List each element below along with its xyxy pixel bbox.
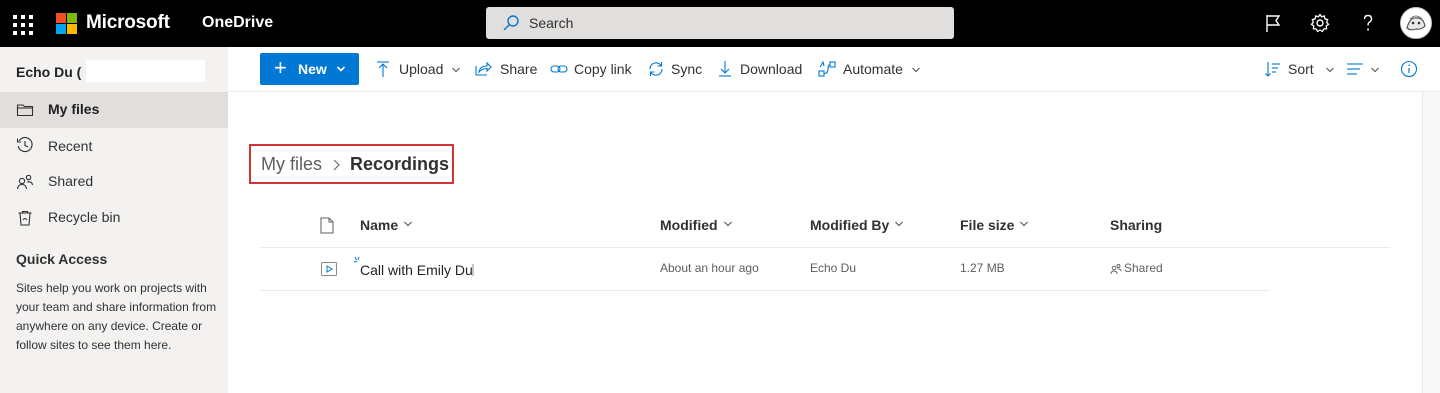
column-header-label: Modified By (810, 217, 890, 233)
sidebar-item-shared[interactable]: Shared (0, 164, 228, 200)
redacted-name (86, 60, 205, 82)
user-photo-icon (1406, 15, 1426, 31)
chevron-right-icon (333, 159, 340, 171)
file-name-truncation (472, 264, 474, 276)
file-name-link[interactable]: Call with Emily Du (360, 262, 473, 278)
user-name: Echo Du ( (16, 64, 82, 80)
suite-header: Microsoft OneDrive Search (0, 0, 1440, 47)
help-icon[interactable] (1357, 12, 1379, 34)
sort-label: Sort (1288, 61, 1314, 77)
sync-label: Sync (671, 61, 703, 77)
download-button[interactable]: Download (716, 59, 804, 81)
sharing-cell[interactable]: Shared (1124, 261, 1163, 275)
avatar[interactable] (1400, 7, 1432, 39)
chevron-down-icon (404, 221, 413, 227)
video-file-icon (321, 262, 337, 276)
copy-link-button[interactable]: Copy link (550, 59, 634, 81)
new-button[interactable]: + New (260, 53, 359, 85)
table-row[interactable]: Call with Emily Du About an hour ago Ech… (260, 248, 1270, 291)
search-placeholder: Search (529, 15, 574, 31)
search-box[interactable]: Search (486, 7, 954, 39)
settings-gear-icon[interactable] (1309, 12, 1331, 34)
command-bar: + New Upload Share Copy link Sync Downlo… (228, 47, 1440, 92)
sidebar-item-recycle-bin[interactable]: Recycle bin (0, 200, 228, 236)
folder-icon (16, 104, 34, 117)
chevron-down-icon (912, 67, 920, 73)
sidebar-item-label: Recent (48, 138, 93, 154)
app-name[interactable]: OneDrive (202, 14, 273, 32)
info-pane-button[interactable] (1400, 59, 1420, 81)
column-header-label: Sharing (1110, 217, 1163, 233)
breadcrumb: My files Recordings (249, 144, 454, 184)
upload-label: Upload (399, 61, 444, 77)
share-button[interactable]: Share (474, 59, 538, 81)
sidebar-item-my-files[interactable]: My files (0, 92, 228, 128)
chevron-down-icon (336, 66, 346, 72)
file-type-icon[interactable] (320, 217, 334, 234)
app-launcher-icon[interactable] (12, 12, 33, 35)
copy-link-label: Copy link (574, 61, 632, 77)
chevron-down-icon (452, 67, 460, 73)
upload-icon (377, 61, 389, 77)
column-header-name[interactable]: Name (360, 217, 413, 233)
quick-access-title: Quick Access (16, 251, 108, 267)
plus-icon: + (274, 55, 287, 80)
people-icon (1110, 264, 1122, 275)
modified-by-cell[interactable]: Echo Du (810, 261, 856, 275)
sidebar-item-label: My files (48, 101, 100, 117)
microsoft-logo (56, 13, 77, 34)
chevron-down-icon (723, 221, 732, 227)
upload-button[interactable]: Upload (374, 59, 462, 81)
column-header-file-size[interactable]: File size (960, 217, 1029, 233)
download-label: Download (740, 61, 803, 77)
left-navigation: Echo Du ( My files Recent Shared Recycle… (0, 47, 228, 393)
history-icon (16, 137, 33, 153)
breadcrumb-current-folder: Recordings (350, 154, 450, 174)
file-size-cell: 1.27 MB (960, 261, 1005, 275)
search-icon (503, 15, 519, 31)
sync-button[interactable]: Sync (647, 59, 703, 81)
chevron-down-icon (1326, 67, 1334, 73)
automate-label: Automate (843, 61, 903, 77)
chevron-down-icon (1020, 221, 1029, 227)
view-options-button[interactable] (1346, 59, 1382, 81)
column-header-label: Name (360, 217, 399, 233)
modified-cell: About an hour ago (660, 261, 759, 275)
column-header-label: Modified (660, 217, 718, 233)
chevron-down-icon (1371, 67, 1379, 73)
sort-icon (1265, 62, 1280, 77)
people-icon (16, 174, 34, 190)
brand-name[interactable]: Microsoft (86, 12, 170, 34)
share-icon (475, 61, 492, 76)
download-icon (719, 61, 731, 77)
sidebar-item-label: Shared (48, 173, 94, 189)
flag-icon[interactable] (1262, 12, 1284, 34)
quick-access-description: Sites help you work on projects with you… (16, 281, 217, 352)
sidebar-item-recent[interactable]: Recent (0, 129, 228, 165)
column-header-modified[interactable]: Modified (660, 217, 733, 233)
link-icon (550, 65, 568, 73)
breadcrumb-my-files[interactable]: My files (261, 154, 322, 175)
automate-flow-icon (818, 60, 836, 77)
automate-button[interactable]: Automate (818, 59, 924, 81)
recycle-bin-icon (18, 210, 32, 226)
chevron-down-icon (895, 221, 904, 227)
list-view-icon (1347, 63, 1363, 75)
sort-button[interactable]: Sort (1264, 59, 1334, 81)
column-header-sharing: Sharing (1110, 217, 1162, 233)
sync-icon (649, 62, 663, 76)
vertical-scrollbar[interactable] (1422, 92, 1440, 393)
column-header-modified-by[interactable]: Modified By (810, 217, 904, 233)
file-list-header: Name Modified Modified By File size Shar… (260, 205, 1390, 248)
new-button-label: New (298, 61, 327, 77)
sidebar-item-label: Recycle bin (48, 209, 121, 225)
info-icon (1400, 60, 1418, 78)
column-header-label: File size (960, 217, 1015, 233)
share-label: Share (500, 61, 538, 77)
